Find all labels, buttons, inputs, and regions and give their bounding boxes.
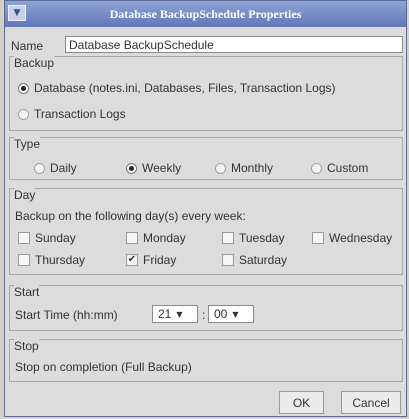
day-saturday-label: Saturday (239, 253, 288, 267)
start-time-label: Start Time (hh:mm) (15, 308, 118, 322)
day-wednesday-label: Wednesday (329, 231, 393, 245)
day-tuesday[interactable]: Tuesday (222, 231, 285, 245)
backup-option-database[interactable]: Database (notes.ini, Databases, Files, T… (18, 81, 336, 95)
ok-button[interactable]: OK (279, 391, 324, 414)
day-wednesday[interactable]: Wednesday (312, 231, 392, 245)
day-monday-label: Monday (143, 231, 186, 245)
type-option-monthly[interactable]: Monthly (215, 161, 273, 175)
start-legend: Start (14, 285, 40, 299)
type-option-custom[interactable]: Custom (311, 161, 368, 175)
radio-unselected-icon (215, 162, 226, 174)
cancel-button[interactable]: Cancel (341, 391, 401, 414)
backup-legend: Backup (14, 56, 55, 70)
stop-text: Stop on completion (Full Backup) (15, 360, 192, 374)
start-hour-select[interactable]: 21 ▼ (152, 305, 198, 323)
window-title: Database BackupSchedule Properties (109, 7, 302, 21)
day-thursday-label: Thursday (35, 253, 86, 267)
radio-unselected-icon (18, 108, 29, 120)
stop-legend: Stop (14, 339, 39, 353)
radio-unselected-icon (34, 162, 45, 174)
start-group: Start Start Time (hh:mm) 21 ▼ : 00 ▼ (9, 285, 403, 331)
day-instruction: Backup on the following day(s) every wee… (15, 209, 246, 223)
checkbox-icon (312, 232, 324, 244)
stop-group: Stop Stop on completion (Full Backup) (9, 339, 403, 382)
day-monday[interactable]: Monday (126, 231, 186, 245)
day-group: Day Backup on the following day(s) every… (9, 188, 403, 275)
chevron-down-icon: ▼ (232, 309, 239, 319)
name-label: Name (11, 39, 44, 53)
checkbox-icon (18, 254, 30, 266)
radio-selected-icon (18, 82, 29, 94)
day-friday-label: Friday (143, 253, 177, 267)
name-input[interactable] (65, 36, 403, 53)
chevron-down-icon: ▼ (176, 309, 183, 319)
type-option-monthly-label: Monthly (231, 161, 274, 175)
day-thursday[interactable]: Thursday (18, 253, 85, 267)
properties-dialog: ▼ Database BackupSchedule Properties Nam… (4, 0, 407, 417)
backup-option-transaction-logs[interactable]: Transaction Logs (18, 107, 126, 121)
type-option-weekly[interactable]: Weekly (126, 161, 181, 175)
type-group: Type Daily Weekly Monthly Custom (9, 137, 403, 180)
checkbox-icon (18, 232, 30, 244)
checkbox-icon (222, 254, 234, 266)
time-separator: : (202, 308, 206, 322)
day-friday[interactable]: ✔ Friday (126, 253, 176, 267)
system-menu-icon[interactable]: ▼ (8, 5, 26, 21)
backup-group: Backup Database (notes.ini, Databases, F… (9, 56, 403, 131)
checkbox-checked-icon: ✔ (126, 254, 138, 266)
radio-unselected-icon (311, 162, 322, 174)
start-minute-value: 00 (214, 307, 228, 321)
backup-option-database-label: Database (notes.ini, Databases, Files, T… (34, 81, 336, 95)
type-option-daily[interactable]: Daily (34, 161, 77, 175)
checkbox-icon (126, 232, 138, 244)
type-option-custom-label: Custom (327, 161, 369, 175)
day-sunday[interactable]: Sunday (18, 231, 76, 245)
start-hour-value: 21 (158, 307, 172, 321)
start-minute-select[interactable]: 00 ▼ (208, 305, 254, 323)
radio-selected-icon (126, 162, 137, 174)
type-legend: Type (14, 137, 41, 151)
checkbox-icon (222, 232, 234, 244)
type-option-daily-label: Daily (50, 161, 77, 175)
day-saturday[interactable]: Saturday (222, 253, 287, 267)
day-tuesday-label: Tuesday (239, 231, 285, 245)
type-option-weekly-label: Weekly (142, 161, 182, 175)
day-sunday-label: Sunday (35, 231, 76, 245)
title-bar: ▼ Database BackupSchedule Properties (5, 1, 406, 27)
day-legend: Day (14, 188, 36, 202)
backup-option-transaction-logs-label: Transaction Logs (34, 107, 126, 121)
